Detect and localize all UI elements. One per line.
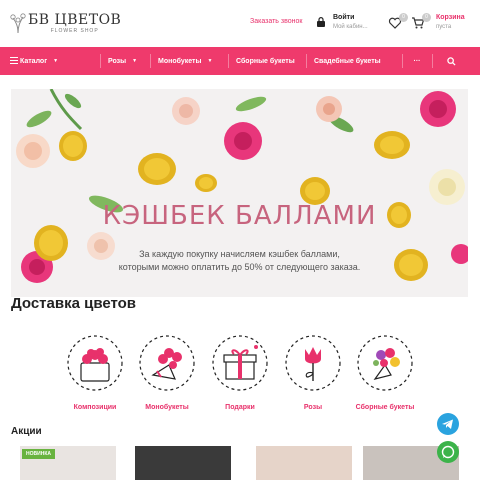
category-label: Розы (303, 404, 323, 411)
new-badge: НОВИНКА (22, 449, 55, 459)
more-icon: ··· (413, 57, 421, 65)
telegram-icon (442, 419, 453, 429)
category-label: Композиции (73, 404, 117, 411)
nav-search-button[interactable] (432, 47, 470, 75)
search-icon (446, 56, 456, 66)
gift-icon (212, 335, 268, 391)
nav-sbor[interactable]: Сборные букеты (228, 47, 306, 75)
logo-flower-icon (10, 13, 26, 34)
nav-mono[interactable]: Монобукеты ▼ (150, 47, 228, 75)
cart-count: 0 (422, 13, 431, 22)
favorites-count: 0 (399, 13, 408, 22)
logo-title: БВ ЦВЕТОВ (28, 11, 122, 28)
chevron-down-icon: ▼ (207, 58, 213, 64)
category-item-roses[interactable]: Розы (273, 335, 353, 411)
nav-catalog-label: Каталог (20, 57, 48, 65)
mixed-bouquet-icon (357, 335, 413, 391)
rose-icon (285, 335, 341, 391)
nav-wedding-label: Свадебные букеты (314, 57, 381, 65)
callback-link[interactable]: Заказать звонок (250, 18, 302, 25)
site-header: БВ ЦВЕТОВ FLOWER SHOP Заказать звонок Во… (0, 0, 480, 46)
section-title-promo: Акции (11, 426, 42, 437)
favorites-button[interactable]: 0 (388, 13, 408, 30)
logo[interactable]: БВ ЦВЕТОВ FLOWER SHOP (10, 12, 121, 34)
category-list: Композиции Монобукеты Подарки Розы Сборн… (11, 335, 471, 411)
category-label: Монобукеты (145, 404, 189, 411)
category-item-mono[interactable]: Монобукеты (127, 335, 207, 411)
category-label: Сборные букеты (355, 404, 415, 411)
login-button[interactable]: Войти Мой кабин... (316, 14, 368, 30)
menu-icon (10, 57, 18, 64)
cart-title: Корзина (436, 14, 465, 21)
cart-subtitle: пуста (436, 24, 452, 30)
nav-roses[interactable]: Розы ▼ (100, 47, 150, 75)
section-title-delivery: Доставка цветов (11, 295, 137, 312)
banner-line-1: За каждую покупку начисляем кэшбек балла… (139, 249, 340, 259)
whatsapp-icon (441, 445, 455, 459)
nav-mono-label: Монобукеты (158, 57, 202, 65)
login-title: Войти (333, 14, 355, 21)
logo-subtitle: FLOWER SHOP (50, 27, 99, 34)
whatsapp-button[interactable] (437, 441, 459, 463)
product-card[interactable] (256, 446, 352, 480)
telegram-button[interactable] (437, 413, 459, 435)
nav-wedding[interactable]: Свадебные букеты (306, 47, 402, 75)
login-subtitle: Мой кабин... (333, 24, 368, 30)
nav-sbor-label: Сборные букеты (236, 57, 295, 65)
category-item-mixed[interactable]: Сборные букеты (345, 335, 425, 411)
category-label: Подарки (225, 404, 255, 411)
banner-line-2: которыми можно оплатить до 50% от следую… (118, 262, 361, 272)
promo-banner[interactable]: КЭШБЕК БАЛЛАМИ За каждую покупку начисля… (11, 89, 468, 297)
main-nav: Каталог ▼ Розы ▼ Монобукеты ▼ Сборные бу… (0, 47, 480, 75)
banner-description: За каждую покупку начисляем кэшбек балла… (11, 248, 468, 274)
category-item-gifts[interactable]: Подарки (200, 335, 280, 411)
cart-button[interactable]: 0 (411, 13, 431, 30)
mono-bouquet-icon (139, 335, 195, 391)
nav-catalog[interactable]: Каталог ▼ (0, 47, 100, 75)
promo-products (0, 446, 480, 480)
banner-title: КЭШБЕК БАЛЛАМИ (102, 201, 377, 231)
cart-summary[interactable]: Корзина пуста (436, 14, 465, 30)
lock-icon (317, 17, 325, 27)
flower-box-icon (67, 335, 123, 391)
nav-roses-label: Розы (108, 57, 127, 65)
product-card[interactable] (135, 446, 231, 480)
nav-more-button[interactable]: ··· (402, 47, 432, 75)
category-item-compositions[interactable]: Композиции (55, 335, 135, 411)
chevron-down-icon: ▼ (53, 58, 59, 64)
chevron-down-icon: ▼ (132, 58, 138, 64)
